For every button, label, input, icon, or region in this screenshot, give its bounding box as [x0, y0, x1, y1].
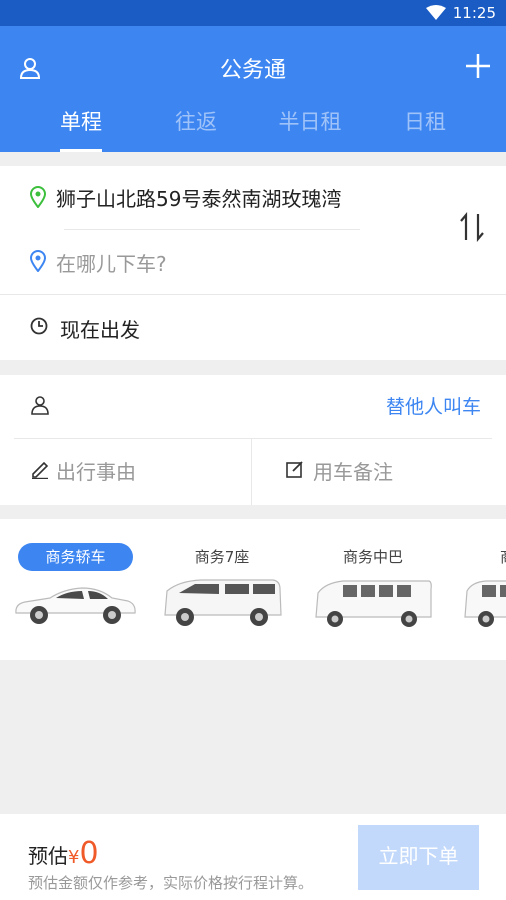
active-tab-indicator — [60, 149, 102, 152]
van-icon — [164, 579, 282, 626]
sedan-car-icon — [15, 587, 136, 624]
currency-symbol: ¥ — [68, 847, 80, 868]
call-for-other-link[interactable]: 替他人叫车 — [386, 392, 481, 419]
divider — [0, 294, 506, 295]
car-type-selector: 商务轿车 商务7座 商务中巴 商 — [0, 519, 506, 660]
car-option-label: 商务中巴 — [342, 548, 403, 566]
trip-reason-input[interactable]: 出行事由 — [56, 456, 136, 485]
passenger-card: 替他人叫车 出行事由 用车备注 — [0, 375, 506, 505]
price-estimate: 预估¥0 — [28, 836, 99, 871]
vertical-divider — [251, 438, 252, 505]
estimate-value: 0 — [79, 836, 99, 871]
add-icon[interactable] — [464, 52, 492, 80]
app-header: 公务通 单程 往返 半日租 日租 — [0, 26, 506, 152]
divider — [14, 438, 492, 439]
origin-address[interactable]: 狮子山北路59号泰然南湖玫瑰湾 — [56, 183, 341, 212]
estimate-note: 预估金额仅作参考，实际价格按行程计算。 — [28, 874, 314, 892]
minibus-icon — [315, 580, 432, 627]
car-option-label: 商 — [462, 543, 506, 571]
pencil-icon — [32, 461, 49, 479]
destination-pin-icon — [30, 250, 46, 272]
bottom-bar: 预估¥0 预估金额仅作参考，实际价格按行程计算。 立即下单 — [0, 814, 506, 900]
edit-note-icon — [286, 461, 303, 478]
car-option-sedan[interactable]: 商务轿车 — [15, 543, 136, 631]
divider — [64, 229, 360, 230]
origin-pin-icon — [30, 186, 46, 208]
status-time: 11:25 — [452, 4, 496, 22]
clock-icon — [30, 317, 48, 335]
car-option-partial[interactable]: 商 — [462, 543, 506, 633]
depart-time[interactable]: 现在出发 — [60, 314, 140, 343]
car-option-label: 商务轿车 — [18, 543, 133, 571]
status-bar: 11:25 — [0, 0, 506, 26]
car-option-minibus[interactable]: 商务中巴 — [312, 543, 434, 633]
destination-input[interactable]: 在哪儿下车? — [56, 248, 167, 277]
route-card: 狮子山北路59号泰然南湖玫瑰湾 在哪儿下车? 现在出发 — [0, 166, 506, 360]
tab-round-trip[interactable]: 往返 — [163, 106, 229, 152]
bus-icon — [464, 580, 506, 627]
tab-day-rental[interactable]: 日租 — [392, 106, 458, 152]
place-order-button[interactable]: 立即下单 — [358, 825, 479, 890]
car-option-7-seat[interactable]: 商务7座 — [160, 543, 284, 633]
car-option-label: 商务7座 — [194, 548, 250, 566]
wifi-icon — [426, 5, 446, 20]
page-title: 公务通 — [219, 58, 286, 83]
tab-one-way[interactable]: 单程 — [48, 106, 114, 152]
tab-half-day-rental[interactable]: 半日租 — [268, 106, 352, 152]
swap-icon[interactable] — [458, 212, 486, 242]
car-note-input[interactable]: 用车备注 — [313, 456, 393, 485]
passenger-icon — [31, 396, 49, 415]
trip-type-tabs: 单程 往返 半日租 日租 — [0, 106, 506, 152]
